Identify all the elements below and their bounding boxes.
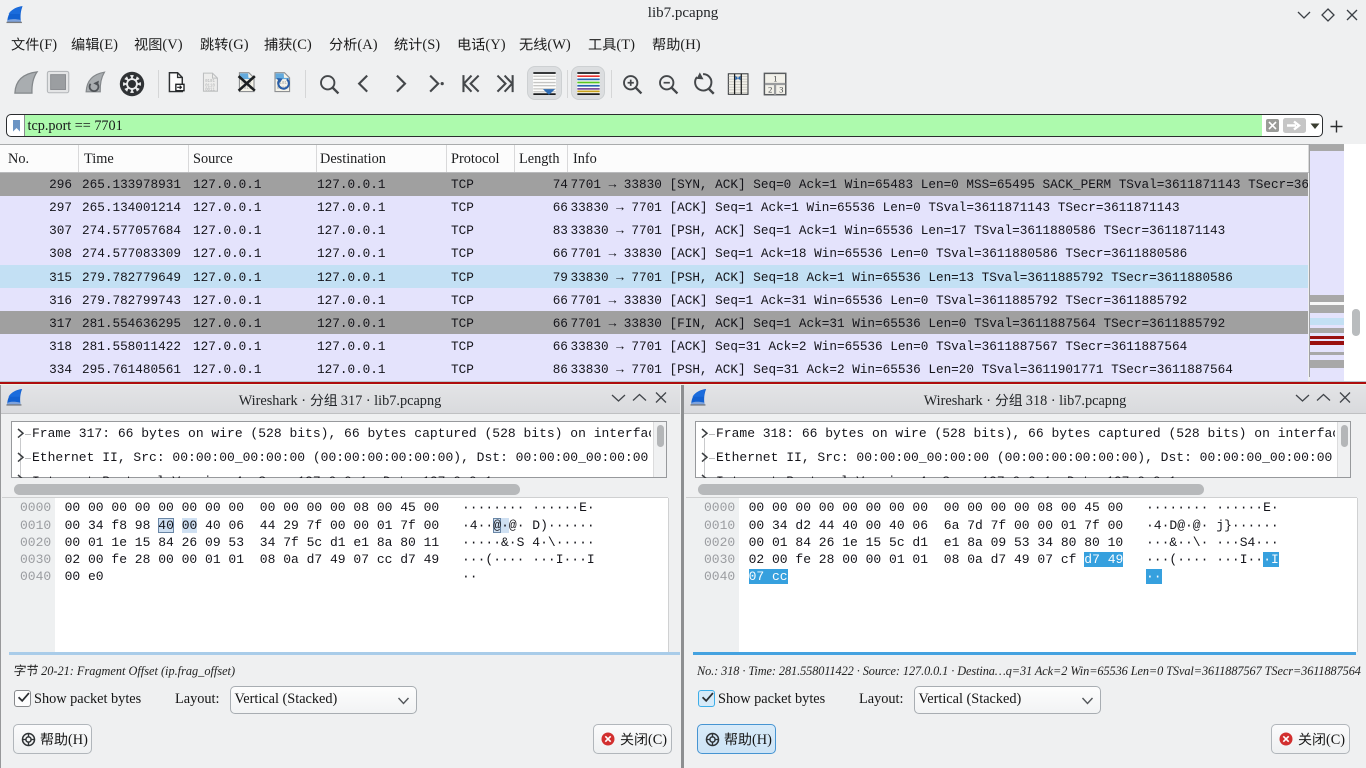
- svg-text:2: 2: [768, 85, 772, 94]
- svg-text:3: 3: [779, 85, 783, 94]
- svg-text:1: 1: [773, 75, 777, 84]
- svg-text:0011: 0011: [205, 88, 215, 92]
